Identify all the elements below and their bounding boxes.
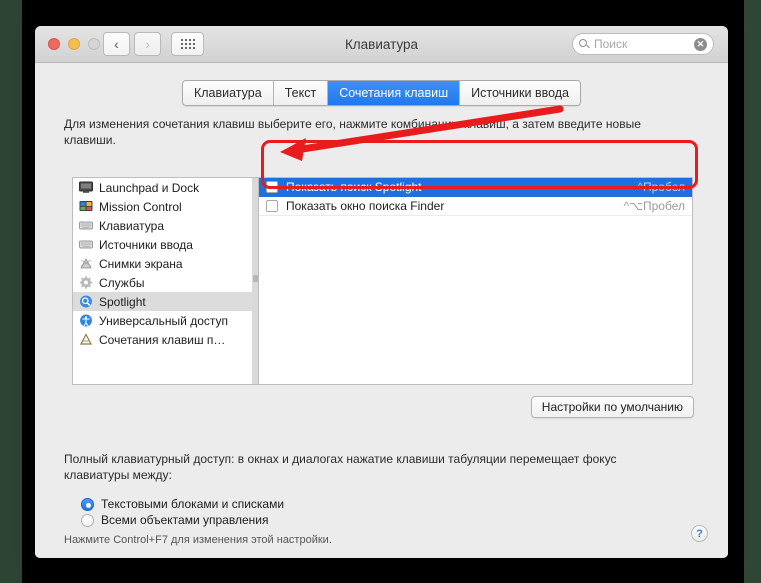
category-item-accessibility[interactable]: Универсальный доступ — [73, 311, 252, 330]
screenshot-root: ‹ › Клавиатура Поиск ✕ Клавиатура Текст … — [0, 0, 761, 583]
keyboard-access-description: Полный клавиатурный доступ: в окнах и ди… — [64, 452, 617, 482]
shortcut-name: Показать поиск Spotlight — [286, 180, 422, 194]
help-button[interactable]: ? — [691, 525, 708, 542]
spotlight-icon — [79, 295, 93, 308]
shortcut-checkbox[interactable] — [266, 181, 278, 193]
category-label: Клавиатура — [99, 218, 164, 233]
shortcut-name: Показать окно поиска Finder — [286, 199, 445, 213]
radio-label: Текстовыми блоками и списками — [101, 497, 285, 511]
radio-button[interactable] — [81, 497, 94, 511]
category-label: Spotlight — [99, 294, 146, 309]
category-label: Службы — [99, 275, 145, 290]
radio-button[interactable] — [81, 513, 94, 527]
radio-option-all-controls[interactable]: Всеми объектами управления — [81, 513, 268, 527]
accessibility-icon — [79, 314, 93, 327]
category-item-keyboard[interactable]: Клавиатура — [73, 216, 252, 235]
category-item-app-shortcuts[interactable]: Сочетания клавиш п… — [73, 330, 252, 349]
shortcut-key[interactable]: ^⌥Пробел — [624, 199, 685, 213]
keyboard-icon — [79, 238, 93, 251]
radio-option-text-boxes-lists[interactable]: Текстовыми блоками и списками — [81, 497, 284, 511]
category-item-screenshots[interactable]: Снимки экрана — [73, 254, 252, 273]
monitor-icon — [79, 181, 93, 194]
table-row[interactable]: Показать поиск Spotlight ^Пробел — [259, 178, 692, 197]
gear-icon — [79, 276, 93, 289]
desktop-edge-right — [744, 0, 761, 583]
app-shortcuts-icon — [79, 333, 93, 346]
search-icon — [579, 38, 590, 50]
category-label: Универсальный доступ — [99, 313, 229, 328]
radio-label: Всеми объектами управления — [101, 513, 269, 527]
category-item-services[interactable]: Службы — [73, 273, 252, 292]
search-clear-icon[interactable]: ✕ — [694, 37, 707, 51]
category-item-input-sources[interactable]: Источники ввода — [73, 235, 252, 254]
tab-keyboard[interactable]: Клавиатура — [182, 81, 274, 105]
instruction-text: Для изменения сочетания клавиш выберите … — [64, 117, 641, 147]
mission-control-icon — [79, 200, 93, 213]
category-item-spotlight[interactable]: Spotlight — [73, 292, 252, 311]
shortcut-category-list[interactable]: Launchpad и Dock Mission Control Клавиат… — [72, 177, 252, 385]
category-label: Сочетания клавиш п… — [99, 332, 226, 347]
screenshot-icon — [79, 257, 93, 270]
table-row[interactable]: Показать окно поиска Finder ^⌥Пробел — [259, 197, 692, 216]
category-label: Снимки экрана — [99, 256, 183, 271]
tab-input-sources[interactable]: Источники ввода — [460, 81, 581, 105]
keyboard-preferences-window: ‹ › Клавиатура Поиск ✕ Клавиатура Текст … — [35, 26, 728, 558]
keyboard-icon — [79, 219, 93, 232]
control-f7-hint: Нажмите Control+F7 для изменения этой на… — [64, 534, 332, 546]
tab-shortcuts[interactable]: Сочетания клавиш — [328, 81, 461, 105]
tab-bar: Клавиатура Текст Сочетания клавиш Источн… — [35, 80, 728, 106]
category-label: Mission Control — [99, 199, 182, 214]
category-label: Launchpad и Dock — [99, 180, 200, 195]
restore-defaults-button[interactable]: Настройки по умолчанию — [530, 396, 694, 418]
tab-text[interactable]: Текст — [273, 81, 329, 105]
search-field[interactable]: Поиск ✕ — [572, 33, 714, 55]
category-label: Источники ввода — [99, 237, 193, 252]
shortcut-list[interactable]: Показать поиск Spotlight ^Пробел Показат… — [258, 177, 693, 385]
category-item-launchpad-dock[interactable]: Launchpad и Dock — [73, 178, 252, 197]
window-content: Клавиатура Текст Сочетания клавиш Источн… — [35, 63, 728, 558]
category-item-mission-control[interactable]: Mission Control — [73, 197, 252, 216]
desktop-edge-left — [0, 0, 22, 583]
shortcut-checkbox[interactable] — [266, 200, 278, 212]
window-titlebar: ‹ › Клавиатура Поиск ✕ — [35, 26, 728, 63]
shortcut-key[interactable]: ^Пробел — [637, 180, 685, 194]
search-input[interactable]: Поиск — [594, 37, 694, 51]
